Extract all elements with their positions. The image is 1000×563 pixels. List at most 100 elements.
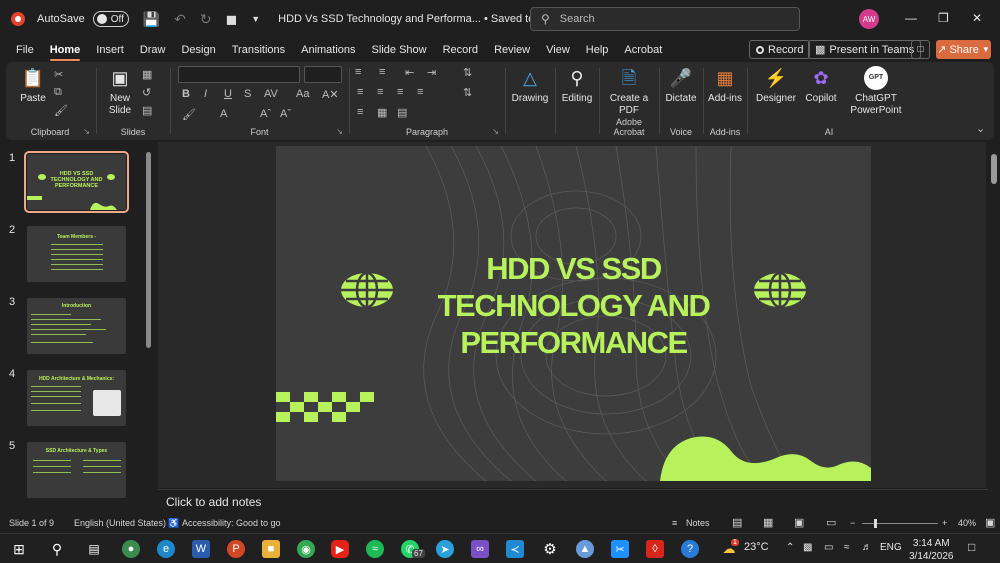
language-status[interactable]: English (United States) xyxy=(74,518,166,528)
acrobat-icon[interactable]: ◊ xyxy=(646,540,664,558)
dialog-launcher-icon[interactable]: ↘ xyxy=(83,127,90,136)
new-slide-button[interactable]: ▣ New Slide xyxy=(102,66,138,117)
justify-icon[interactable]: ≡ xyxy=(417,86,423,98)
telegram-icon[interactable]: ➤ xyxy=(436,540,454,558)
tab-home[interactable]: Home xyxy=(42,38,89,62)
settings-icon[interactable]: ⚙ xyxy=(541,540,559,558)
slide-counter[interactable]: Slide 1 of 9 xyxy=(9,518,54,528)
shrink-font-icon[interactable]: Aˇ xyxy=(280,108,291,120)
battery-icon[interactable]: ▭ xyxy=(824,542,833,553)
task-view-icon[interactable]: ▤ xyxy=(85,540,103,558)
highlight-icon[interactable]: 🖌 xyxy=(182,108,196,121)
photos-icon[interactable]: ▲ xyxy=(576,540,594,558)
dialog-launcher-icon[interactable]: ↘ xyxy=(492,127,499,136)
collapse-ribbon-icon[interactable]: ⌄ xyxy=(976,122,985,135)
save-icon[interactable]: 💾 xyxy=(143,11,160,28)
slide-thumbnail-2[interactable]: Team Members - xyxy=(27,226,126,282)
redo-icon[interactable]: ↻ xyxy=(200,11,212,28)
zoom-out-icon[interactable]: − xyxy=(850,518,855,528)
minimize-icon[interactable]: — xyxy=(905,11,917,25)
zoom-slider-thumb[interactable] xyxy=(874,519,877,528)
notifications-icon[interactable]: □ xyxy=(968,540,975,554)
reset-icon[interactable]: ↺ xyxy=(142,86,151,99)
clear-formatting-icon[interactable]: A✕ xyxy=(322,88,339,101)
slide-canvas[interactable]: HDD VS SSD TECHNOLOGY AND PERFORMANCE xyxy=(276,146,871,481)
thumbnails-scrollbar[interactable] xyxy=(146,152,151,348)
bold-icon[interactable]: B xyxy=(182,88,190,100)
volume-icon[interactable]: ♬ xyxy=(862,542,872,553)
italic-icon[interactable]: I xyxy=(204,88,207,100)
search-box[interactable]: ⚲ Search xyxy=(530,7,800,31)
columns-icon[interactable]: ▤ xyxy=(397,106,407,119)
bullets-icon[interactable]: ≡ xyxy=(355,66,361,78)
slide-sorter-icon[interactable]: ▦ xyxy=(763,516,773,529)
reading-view-icon[interactable]: ▣ xyxy=(794,516,804,529)
slideshow-icon[interactable]: ▭ xyxy=(826,516,836,529)
addins-button[interactable]: ▦ Add-ins xyxy=(705,66,745,105)
tab-acrobat[interactable]: Acrobat xyxy=(616,38,670,62)
smartart-icon[interactable]: ▦ xyxy=(377,106,387,119)
chatgpt-button[interactable]: GPT ChatGPT PowerPoint xyxy=(847,66,905,117)
cut-icon[interactable]: ✂ xyxy=(54,68,63,81)
tab-record[interactable]: Record xyxy=(435,38,486,62)
accessibility-status[interactable]: Accessibility: Good to go xyxy=(182,518,281,528)
language-indicator[interactable]: ENG xyxy=(880,542,902,553)
drawing-button[interactable]: △ Drawing xyxy=(509,66,551,105)
editing-button[interactable]: ⚲ Editing xyxy=(557,66,597,105)
align-right-icon[interactable]: ≡ xyxy=(397,86,403,98)
powerpoint-icon[interactable]: P xyxy=(227,540,245,558)
create-pdf-button[interactable]: 🗎 Create a PDF xyxy=(605,66,653,117)
normal-view-icon[interactable]: ▤ xyxy=(732,516,742,529)
file-explorer-icon[interactable]: ■ xyxy=(262,540,280,558)
word-icon[interactable]: W xyxy=(192,540,210,558)
comments-button[interactable]: □ xyxy=(911,40,930,59)
youtube-icon[interactable]: ▶ xyxy=(331,540,349,558)
snipping-tool-icon[interactable]: ✂ xyxy=(611,540,629,558)
align-left-icon[interactable]: ≡ xyxy=(357,86,363,98)
decrease-indent-icon[interactable]: ⇤ xyxy=(405,66,414,79)
notes-toggle[interactable]: Notes xyxy=(686,518,710,528)
paste-button[interactable]: 📋 Paste xyxy=(16,66,50,105)
slide-thumbnail-1[interactable]: HDD VS SSD TECHNOLOGY AND PERFORMANCE xyxy=(24,151,129,213)
zoom-level[interactable]: 40% xyxy=(958,518,976,528)
section-icon[interactable]: ▤ xyxy=(142,104,152,117)
zoom-in-icon[interactable]: + xyxy=(942,518,947,528)
fit-slide-icon[interactable]: ▣ xyxy=(985,516,995,529)
align-center-icon[interactable]: ≡ xyxy=(377,86,383,98)
dictate-button[interactable]: 🎤 Dictate xyxy=(661,66,701,105)
slide-thumbnail-5[interactable]: SSD Architecture & Types xyxy=(27,442,126,498)
tab-file[interactable]: File xyxy=(8,38,42,62)
present-in-teams-button[interactable]: ▩ Present in Teams xyxy=(808,40,922,59)
scroll-thumb[interactable] xyxy=(991,154,997,184)
tab-draw[interactable]: Draw xyxy=(132,38,174,62)
font-color-icon[interactable]: A xyxy=(220,108,227,120)
tab-animations[interactable]: Animations xyxy=(293,38,363,62)
edge-icon[interactable]: e xyxy=(157,540,175,558)
close-icon[interactable]: ✕ xyxy=(972,11,982,25)
tab-insert[interactable]: Insert xyxy=(88,38,132,62)
wifi-icon[interactable]: ≈ xyxy=(844,542,850,553)
search-icon[interactable]: ⚲ xyxy=(48,540,66,558)
present-icon[interactable]: ◼ xyxy=(226,11,238,28)
slide-title[interactable]: HDD VS SSD TECHNOLOGY AND PERFORMANCE xyxy=(386,250,761,361)
copilot-button[interactable]: ✿ Copilot xyxy=(801,66,841,105)
dialog-launcher-icon[interactable]: ↘ xyxy=(336,127,343,136)
clock[interactable]: 3:14 AM 3/14/2026 xyxy=(909,537,954,563)
char-spacing-icon[interactable]: AV xyxy=(264,88,278,100)
strikethrough-icon[interactable]: S xyxy=(244,88,251,100)
weather-temp[interactable]: 23°C xyxy=(744,541,769,553)
text-direction-icon[interactable]: ⇅ xyxy=(463,86,472,99)
editor-scrollbar[interactable] xyxy=(988,142,1000,488)
increase-indent-icon[interactable]: ⇥ xyxy=(427,66,436,79)
tab-transitions[interactable]: Transitions xyxy=(224,38,293,62)
tab-design[interactable]: Design xyxy=(173,38,223,62)
designer-button[interactable]: ⚡ Designer xyxy=(753,66,799,105)
spotify-icon[interactable]: ≈ xyxy=(366,540,384,558)
avatar[interactable]: AW xyxy=(859,9,879,29)
copy-icon[interactable]: ⧉ xyxy=(54,86,62,99)
slide-thumbnail-3[interactable]: Introduction xyxy=(27,298,126,354)
underline-icon[interactable]: U xyxy=(224,88,232,100)
notes-pane[interactable]: Click to add notes xyxy=(158,489,988,513)
windows-start-icon[interactable]: ⊞ xyxy=(10,540,28,558)
tab-slide-show[interactable]: Slide Show xyxy=(364,38,435,62)
